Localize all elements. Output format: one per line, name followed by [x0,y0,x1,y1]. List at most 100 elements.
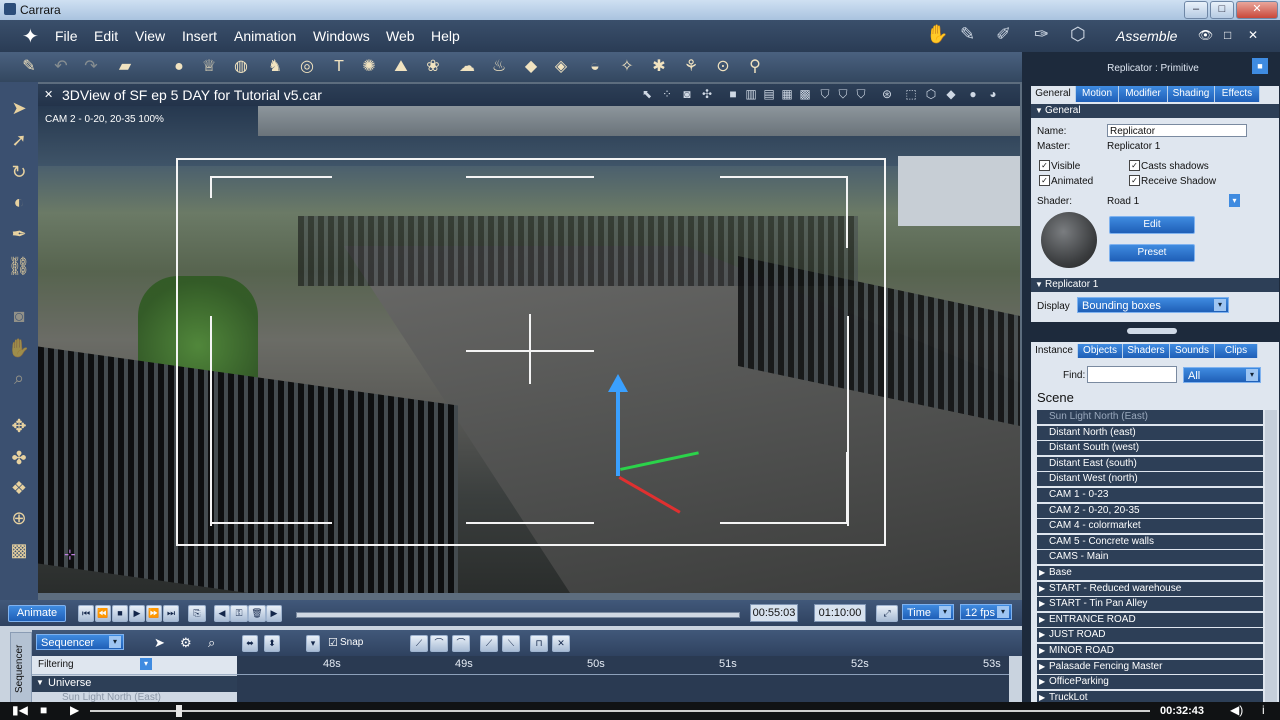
room-close-icon[interactable]: ✕ [1248,28,1258,42]
step-forward-icon[interactable]: ⏩ [146,605,162,622]
goblet-icon[interactable]: ♕ [198,56,220,78]
tween-bezier-icon[interactable]: ⌒ [430,635,448,652]
box-icon[interactable]: ◆ [520,56,542,78]
vp-camera-icon[interactable]: ◙ [680,87,694,101]
render-icon[interactable]: ▰ [114,56,136,78]
room-storyboard-icon[interactable]: ✐ [996,24,1011,45]
zoom-icon[interactable]: ⌕ [7,366,31,390]
move-arrow-icon[interactable]: ➚ [7,128,31,152]
expand-triangle-icon[interactable]: ▶ [1039,582,1045,596]
move-xz-icon[interactable]: ✥ [7,414,31,438]
tab-motion[interactable]: Motion [1076,86,1119,102]
next-key-icon[interactable]: ▶ [266,605,282,622]
delete-key-icon[interactable]: 🗑 [248,605,266,622]
scene-item[interactable]: Distant West (north) [1037,472,1263,487]
time-mode-select[interactable]: Time ▾ [902,604,954,620]
volume-icon[interactable]: ◀) [1230,703,1243,717]
skip-back-icon[interactable]: ▮◀ [12,703,28,717]
textured-view-icon[interactable]: ◕ [986,87,1000,101]
room-eye-icon[interactable]: 👁 [1198,28,1213,42]
cube-view-icon[interactable]: ▩ [7,538,31,562]
terrain-icon[interactable]: ⛰ [390,56,412,78]
fit-h-icon[interactable]: ⬌ [242,635,258,652]
scene-scrollbar[interactable] [1265,410,1277,702]
tween-linear-icon[interactable]: ⟋ [410,635,428,652]
link-icon[interactable]: ⛓ [7,254,31,278]
scene-item[interactable]: Sun Light North (East) [1037,410,1263,424]
target-icon[interactable]: ⊙ [712,56,734,78]
go-end-icon[interactable]: ⏭ [163,605,179,622]
figure-icon[interactable]: ♞ [264,56,286,78]
tween-ease-icon[interactable]: ⌒ [452,635,470,652]
torus-icon[interactable]: ◎ [296,56,318,78]
select-arrow-icon[interactable]: ➤ [7,96,31,120]
gear-icon[interactable]: ⚙ [180,635,192,651]
menu-help[interactable]: Help [431,28,460,44]
tween-in-icon[interactable]: ⟋ [480,635,498,652]
receive-shadow-checkbox[interactable]: ✓ [1129,175,1140,186]
expand-triangle-icon[interactable]: ▶ [1039,566,1045,580]
shield-a-icon[interactable]: ⛉ [818,87,832,101]
scene-item[interactable]: Distant South (west) [1037,441,1263,456]
move-y-icon[interactable]: ✤ [7,446,31,470]
tab-sounds[interactable]: Sounds [1170,344,1215,358]
stop-icon[interactable]: ■ [112,605,128,622]
expand-triangle-icon[interactable]: ▶ [1039,660,1045,674]
key-icon[interactable]: ⚿ [230,605,248,622]
tween-osc-icon[interactable]: ✕ [552,635,570,652]
layout-single-icon[interactable]: ■ [726,87,740,101]
scene-item[interactable]: CAMS - Main [1037,550,1263,565]
bbox-view-icon[interactable]: ⬚ [904,87,918,101]
maximize-button[interactable]: □ [1210,1,1234,19]
scene-item[interactable]: Distant North (east) [1037,425,1263,440]
wand-icon[interactable]: ✎ [18,56,40,78]
time-scrubber[interactable] [296,612,740,618]
go-start-icon[interactable]: ⏮ [78,605,94,622]
room-assemble-icon[interactable]: ✋ [926,24,948,45]
expand-triangle-icon[interactable]: ▶ [1039,675,1045,689]
fit-time-icon[interactable]: ⤢ [876,605,898,622]
room-model-icon[interactable]: ✎ [960,24,975,45]
menu-edit[interactable]: Edit [94,28,118,44]
scene-item[interactable]: CAM 4 - colormarket [1037,519,1263,534]
scene-item[interactable]: ▶ START - Tin Pan Alley [1037,597,1263,612]
fps-select[interactable]: 12 fps ▾ [960,604,1012,620]
hand-icon[interactable]: ✋ [7,336,31,360]
scene-item[interactable]: CAM 2 - 0-20, 20-35 [1037,503,1263,518]
vp-snap-icon[interactable]: ✣ [700,87,714,101]
expand-triangle-icon[interactable]: ▶ [1039,628,1045,642]
expand-triangle-icon[interactable]: ▶ [1039,597,1045,611]
player-stop-icon[interactable]: ■ [40,703,47,717]
menu-file[interactable]: File [55,28,78,44]
player-play-icon[interactable]: ▶ [70,703,79,717]
sequencer-track-row[interactable]: Sun Light North (East) [32,692,237,702]
layout-split2-icon[interactable]: ▤ [762,87,776,101]
scene-item[interactable]: ▶ OfficeParking [1037,675,1263,690]
scene-item[interactable]: ▶ Base [1037,566,1263,580]
panel-menu-icon[interactable]: ■ [1252,58,1268,74]
layout-split-icon[interactable]: ▥ [744,87,758,101]
shield-b-icon[interactable]: ⛉ [836,87,850,101]
expand-triangle-icon[interactable]: ▶ [1039,613,1045,627]
scene-item[interactable]: ▶ Palasade Fencing Master [1037,659,1263,674]
vp-move-icon[interactable]: ⬉ [640,87,654,101]
menu-windows[interactable]: Windows [313,28,370,44]
undo-icon[interactable]: ↶ [50,56,72,78]
tab-effects[interactable]: Effects [1215,86,1260,102]
prev-key-icon[interactable]: ◀ [214,605,230,622]
gizmo-y-axis[interactable] [616,386,620,476]
scene-item[interactable]: ▶ START - Reduced warehouse [1037,581,1263,596]
casts-shadows-checkbox[interactable]: ✓ [1129,160,1140,171]
tab-shading[interactable]: Shading [1168,86,1215,102]
nav-icon[interactable]: ⊛ [880,87,894,101]
room-render-icon[interactable]: ⬡ [1070,24,1086,45]
fire-icon[interactable]: ♨ [488,56,510,78]
viewport-close-icon[interactable]: ✕ [44,88,53,101]
tween-out-icon[interactable]: ⟍ [502,635,520,652]
tab-objects[interactable]: Objects [1078,344,1123,358]
shaded-view-icon[interactable]: ● [966,87,980,101]
splitter-handle[interactable] [1127,328,1177,334]
camera-icon[interactable]: ◙ [7,304,31,328]
menu-web[interactable]: Web [386,28,415,44]
text-icon[interactable]: T [328,56,350,78]
